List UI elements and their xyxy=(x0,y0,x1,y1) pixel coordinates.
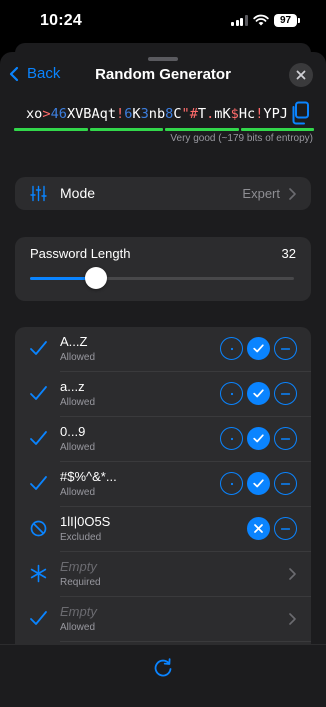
password-segment: XVBAqt xyxy=(66,106,117,122)
require-option[interactable] xyxy=(220,472,243,495)
length-slider-track[interactable] xyxy=(30,277,294,280)
copy-icon[interactable] xyxy=(290,101,310,125)
prohibited-icon xyxy=(30,520,47,537)
asterisk-icon xyxy=(30,564,47,583)
checkmark-icon xyxy=(30,611,47,625)
rule-options xyxy=(220,382,297,405)
rule-name: Empty xyxy=(60,604,97,619)
status-bar: 10:24 97 xyxy=(0,0,326,44)
mode-row[interactable]: Mode Expert xyxy=(15,177,311,210)
password-segment: mK xyxy=(214,106,231,122)
checkmark-icon xyxy=(30,476,47,490)
back-label: Back xyxy=(27,65,61,82)
exclude-option[interactable] xyxy=(274,382,297,405)
rule-options xyxy=(220,472,297,495)
password-segment: C xyxy=(173,106,182,122)
cellular-signal-icon xyxy=(231,15,248,26)
exclude-option[interactable] xyxy=(247,517,270,540)
chevron-right-icon xyxy=(289,613,296,625)
chevron-right-icon xyxy=(289,568,296,580)
rule-name: 0...9 xyxy=(60,424,86,439)
rule-status: Allowed xyxy=(60,487,96,498)
password-segment: xo xyxy=(26,106,43,122)
battery-level: 97 xyxy=(274,14,300,27)
back-button[interactable]: Back xyxy=(9,65,60,82)
refresh-icon[interactable] xyxy=(152,657,174,679)
rule-status: Allowed xyxy=(60,352,96,363)
allow-option[interactable] xyxy=(247,337,270,360)
rule-status: Allowed xyxy=(60,442,96,453)
rule-options xyxy=(220,427,297,450)
mode-value: Expert xyxy=(242,186,280,201)
rule-row: 0...9 Allowed xyxy=(15,417,311,462)
rule-status: Allowed xyxy=(60,397,96,408)
rule-status: Required xyxy=(60,577,101,588)
password-segment: 46 xyxy=(50,106,67,122)
password-segment: > xyxy=(42,106,51,122)
allow-option[interactable] xyxy=(247,427,270,450)
rule-row: a...z Allowed xyxy=(15,372,311,417)
chevron-left-icon xyxy=(9,66,19,81)
generated-password: xo>46XVBAqt!6K3nb8C"#T.mK$Hc!YPJ xyxy=(26,106,288,122)
checkmark-icon xyxy=(30,341,47,355)
exclude-option[interactable] xyxy=(274,337,297,360)
password-segment: ! xyxy=(116,106,125,122)
bottom-toolbar xyxy=(0,644,326,707)
rule-row[interactable]: Empty Allowed xyxy=(15,597,311,642)
sheet-grabber[interactable] xyxy=(148,57,178,61)
length-value: 32 xyxy=(281,246,296,261)
allow-option[interactable] xyxy=(247,472,270,495)
mode-label: Mode xyxy=(60,185,96,201)
rule-name: #$%^&*... xyxy=(60,469,117,484)
rule-name: A...Z xyxy=(60,334,88,349)
chevron-right-icon xyxy=(289,188,296,200)
close-icon xyxy=(296,70,306,80)
checkmark-icon xyxy=(30,386,47,400)
generator-sheet: Back Random Generator xo>46XVBAqt!6K3nb8… xyxy=(0,52,326,707)
password-segment: Hc xyxy=(238,106,256,122)
rule-status: Excluded xyxy=(60,532,102,543)
password-length-card: Password Length 32 xyxy=(15,237,311,301)
rule-row: #$%^&*... Allowed xyxy=(15,462,311,507)
row-separator xyxy=(60,641,311,642)
sliders-icon xyxy=(30,185,47,202)
character-rules-list: A...Z Allowed a...z Allowed 0...9 Allowed #$%^… xyxy=(15,327,311,657)
rule-options xyxy=(220,337,297,360)
rule-status: Allowed xyxy=(60,622,96,633)
password-segment: T xyxy=(197,106,207,122)
close-button[interactable] xyxy=(289,63,313,87)
checkmark-icon xyxy=(30,431,47,445)
password-segment: nb xyxy=(148,106,166,122)
require-option[interactable] xyxy=(220,427,243,450)
rule-name: Empty xyxy=(60,559,97,574)
password-segment: $ xyxy=(230,106,239,122)
password-segment: "# xyxy=(181,106,198,122)
length-slider-thumb[interactable] xyxy=(85,267,107,289)
rule-options xyxy=(247,517,297,540)
strength-label: Very good (~179 bits of entropy) xyxy=(170,133,313,144)
allow-option[interactable] xyxy=(247,382,270,405)
password-segment: 3 xyxy=(140,106,149,122)
rule-row: 1lI|0O5S Excluded xyxy=(15,507,311,552)
wifi-icon xyxy=(253,14,269,26)
require-option[interactable] xyxy=(220,337,243,360)
rule-name: 1lI|0O5S xyxy=(60,514,111,529)
remove-option[interactable] xyxy=(274,517,297,540)
rule-row: A...Z Allowed xyxy=(15,327,311,372)
length-label: Password Length xyxy=(30,246,131,261)
strength-meter xyxy=(14,128,314,131)
require-option[interactable] xyxy=(220,382,243,405)
password-segment: K xyxy=(132,106,141,122)
exclude-option[interactable] xyxy=(274,427,297,450)
rule-row[interactable]: Empty Required xyxy=(15,552,311,597)
exclude-option[interactable] xyxy=(274,472,297,495)
password-segment: YPJ xyxy=(263,106,288,122)
status-time: 10:24 xyxy=(40,12,82,29)
rule-name: a...z xyxy=(60,379,85,394)
